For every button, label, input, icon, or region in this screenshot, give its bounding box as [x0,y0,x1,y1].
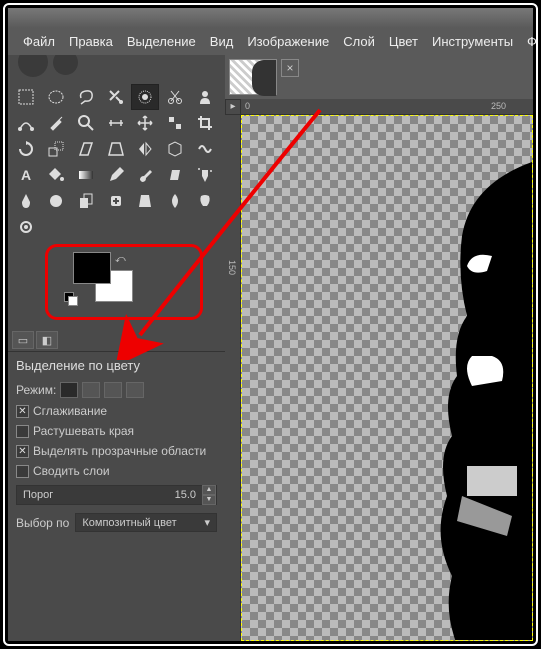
mode-label: Режим: [16,383,56,397]
shear-tool[interactable] [72,136,100,162]
svg-text:A: A [21,167,31,183]
horizontal-ruler[interactable]: 0 250 [241,99,533,115]
threshold-label: Порог [17,489,169,501]
ruler-tick: 250 [491,101,506,111]
ink-tool[interactable] [12,188,40,214]
measure-tool[interactable] [102,110,130,136]
chevron-down-icon: ▾ [204,516,210,529]
smudge-tool[interactable] [191,188,219,214]
select-by-label: Выбор по [16,516,69,530]
transparent-label: Выделять прозрачные области [33,444,206,458]
dock-tabs: ▭ ◧ [8,329,225,352]
menu-layer[interactable]: Слой [336,32,382,51]
ruler-corner[interactable]: ▸ [225,99,241,115]
heal-tool[interactable] [102,188,130,214]
flip-tool[interactable] [131,136,159,162]
paths-tool[interactable] [12,110,40,136]
align-tool[interactable] [161,110,189,136]
menu-color[interactable]: Цвет [382,32,425,51]
menu-select[interactable]: Выделение [120,32,203,51]
menu-image[interactable]: Изображение [240,32,336,51]
window-titlebar [8,8,533,28]
tool-options-title: Выделение по цвету [16,356,217,379]
color-select-tool[interactable] [131,84,159,110]
bucket-fill-tool[interactable] [42,162,70,188]
vertical-ruler[interactable]: 150 [225,115,241,641]
threshold-value: 15.0 [169,489,202,501]
menu-fi[interactable]: Фи [520,32,538,51]
crop-tool[interactable] [191,110,219,136]
image-tab-thumbnail[interactable] [229,59,277,95]
image-tabs: × [225,55,533,99]
mode-add-button[interactable] [82,382,100,398]
menu-bar: Файл Правка Выделение Вид Изображение Сл… [8,28,533,55]
text-tool[interactable]: A [12,162,40,188]
ruler-tick: 150 [227,260,237,275]
dodge-tool[interactable] [12,214,40,240]
threshold-up-button[interactable]: ▲ [202,485,216,495]
mypaint-tool[interactable] [42,188,70,214]
rotate-tool[interactable] [12,136,40,162]
color-picker-tool[interactable] [42,110,70,136]
canvas-area: × ▸ 0 250 150 [225,55,533,641]
fuzzy-select-tool[interactable] [102,84,130,110]
tool-grid: A [8,80,225,244]
scale-tool[interactable] [42,136,70,162]
gradient-tool[interactable] [72,162,100,188]
toolbox-panel: A ⤺ [8,55,225,641]
menu-view[interactable]: Вид [203,32,241,51]
antialias-checkbox[interactable] [16,405,29,418]
foreground-color-swatch[interactable] [73,252,111,284]
feather-checkbox[interactable] [16,425,29,438]
merge-label: Сводить слои [33,464,110,478]
select-by-dropdown[interactable]: Композитный цвет ▾ [75,513,217,532]
ellipse-select-tool[interactable] [42,84,70,110]
scissors-tool[interactable] [161,84,189,110]
threshold-down-button[interactable]: ▼ [202,495,216,505]
clone-tool[interactable] [72,188,100,214]
foreground-select-tool[interactable] [191,84,219,110]
warp-tool[interactable] [191,136,219,162]
antialias-label: Сглаживание [33,404,107,418]
tool-options-tab[interactable]: ▭ [12,331,34,349]
blur-tool[interactable] [161,188,189,214]
color-swatch-area: ⤺ [8,244,225,329]
merge-checkbox[interactable] [16,465,29,478]
pencil-tool[interactable] [102,162,130,188]
default-colors-icon[interactable] [64,292,78,306]
swap-colors-icon[interactable]: ⤺ [115,254,126,265]
threshold-slider[interactable]: Порог 15.0 ▲ ▼ [16,485,217,505]
mode-intersect-button[interactable] [126,382,144,398]
lasso-tool[interactable] [72,84,100,110]
menu-file[interactable]: Файл [16,32,62,51]
perspective-tool[interactable] [102,136,130,162]
ruler-tick: 0 [245,101,250,111]
tool-options-panel: Выделение по цвету Режим: Сглаживание Ра… [8,352,225,540]
transparent-checkbox[interactable] [16,445,29,458]
zoom-tool[interactable] [72,110,100,136]
close-tab-button[interactable]: × [281,59,299,77]
rect-select-tool[interactable] [12,84,40,110]
device-status-tab[interactable]: ◧ [36,331,58,349]
eraser-tool[interactable] [161,162,189,188]
toolbox-decoration [8,55,225,80]
mode-replace-button[interactable] [60,382,78,398]
paintbrush-tool[interactable] [131,162,159,188]
move-tool[interactable] [131,110,159,136]
select-by-value: Композитный цвет [82,517,176,529]
image-canvas[interactable] [241,115,533,641]
mode-subtract-button[interactable] [104,382,122,398]
menu-tools[interactable]: Инструменты [425,32,520,51]
airbrush-tool[interactable] [191,162,219,188]
canvas-image-content [372,156,533,641]
perspective-clone-tool[interactable] [131,188,159,214]
menu-edit[interactable]: Правка [62,32,120,51]
cage-tool[interactable] [161,136,189,162]
feather-label: Растушевать края [33,424,134,438]
